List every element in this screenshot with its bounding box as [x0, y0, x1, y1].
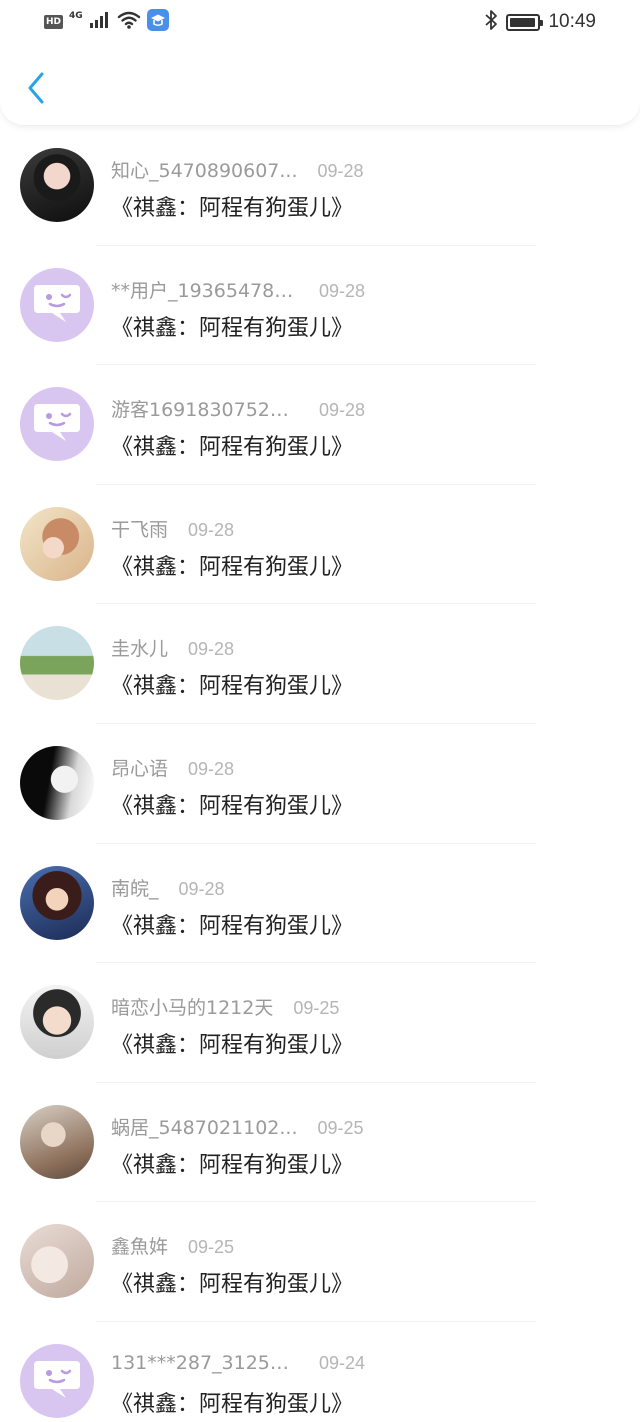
- item-meta: 知心_5470890607... 09-28: [111, 156, 364, 183]
- item-meta: 131***287_31252... 09-24: [111, 1352, 365, 1374]
- page: HD 4G 10:49 知心_5470890607... 09-28 《祺鑫：阿…: [0, 0, 640, 1422]
- avatar-default[interactable]: [20, 267, 94, 342]
- item-meta: 鑫魚姩 09-25: [111, 1232, 234, 1259]
- default-avatar-icon: [32, 281, 82, 329]
- list-item[interactable]: 知心_5470890607... 09-28 《祺鑫：阿程有狗蛋儿》: [0, 126, 640, 246]
- date-label: 09-28: [317, 161, 364, 181]
- message-text: 《祺鑫：阿程有狗蛋儿》: [111, 1391, 354, 1417]
- list-item[interactable]: 131***287_31252... 09-24 《祺鑫：阿程有狗蛋儿》: [0, 1322, 640, 1422]
- hd-badge: HD: [44, 15, 64, 29]
- message-text: 《祺鑫：阿程有狗蛋儿》: [111, 674, 354, 700]
- status-bar: HD 4G 10:49: [0, 0, 640, 44]
- avatar-photo[interactable]: [20, 148, 94, 222]
- avatar-default[interactable]: [20, 387, 94, 462]
- item-meta: 圭水儿 09-28: [111, 634, 234, 661]
- username[interactable]: 暗恋小马的1212天: [111, 993, 273, 1020]
- message-text: 《祺鑫：阿程有狗蛋儿》: [111, 554, 354, 580]
- message-text: 《祺鑫：阿程有狗蛋儿》: [111, 435, 354, 461]
- battery-fill: [510, 17, 536, 27]
- wifi-icon: [117, 11, 141, 33]
- header: HD 4G 10:49: [0, 0, 640, 126]
- app-notification-icon: [146, 9, 169, 35]
- list-item[interactable]: 圭水儿 09-28 《祺鑫：阿程有狗蛋儿》: [0, 604, 640, 724]
- list-item[interactable]: 南皖_ 09-28 《祺鑫：阿程有狗蛋儿》: [0, 844, 640, 964]
- username[interactable]: 圭水儿: [111, 634, 168, 661]
- username[interactable]: 鑫魚姩: [111, 1232, 168, 1259]
- list-item[interactable]: 蜗居_5487021102... 09-25 《祺鑫：阿程有狗蛋儿》: [0, 1083, 640, 1203]
- date-label: 09-28: [188, 519, 235, 540]
- list-item[interactable]: 暗恋小马的1212天 09-25 《祺鑫：阿程有狗蛋儿》: [0, 963, 640, 1083]
- date-label: 09-28: [319, 280, 366, 301]
- avatar-photo[interactable]: [20, 626, 94, 701]
- item-meta: **用户_193654785... 09-28: [111, 276, 365, 303]
- chevron-left-icon: [26, 71, 46, 109]
- message-text: 《祺鑫：阿程有狗蛋儿》: [111, 196, 354, 221]
- username[interactable]: 昂心语: [111, 754, 168, 781]
- back-button[interactable]: [18, 66, 54, 114]
- item-meta: 昂心语 09-28: [111, 754, 234, 781]
- avatar-photo[interactable]: [20, 506, 94, 581]
- status-bar-left: HD 4G: [44, 9, 169, 35]
- username[interactable]: 干飞雨: [111, 515, 168, 542]
- date-label: 09-28: [178, 878, 225, 899]
- item-meta: 南皖_ 09-28: [111, 874, 225, 901]
- username[interactable]: **用户_193654785...: [111, 276, 299, 303]
- status-time: 10:49: [548, 11, 596, 32]
- default-avatar-icon: [32, 400, 82, 448]
- message-text: 《祺鑫：阿程有狗蛋儿》: [111, 1152, 354, 1178]
- item-meta: 游客16918307522... 09-28: [111, 395, 365, 422]
- signal-icon: [89, 11, 111, 33]
- item-meta: 蜗居_5487021102... 09-25: [111, 1113, 364, 1140]
- list-item[interactable]: 干飞雨 09-28 《祺鑫：阿程有狗蛋儿》: [0, 485, 640, 605]
- avatar-photo[interactable]: [20, 985, 94, 1060]
- list-item[interactable]: 鑫魚姩 09-25 《祺鑫：阿程有狗蛋儿》: [0, 1202, 640, 1322]
- date-label: 09-25: [317, 1117, 364, 1138]
- status-bar-right: 10:49: [484, 8, 596, 36]
- date-label: 09-25: [188, 1237, 235, 1258]
- list-item[interactable]: 昂心语 09-28 《祺鑫：阿程有狗蛋儿》: [0, 724, 640, 844]
- date-label: 09-28: [188, 639, 235, 660]
- avatar-photo[interactable]: [20, 865, 94, 940]
- avatar-photo[interactable]: [20, 1104, 94, 1179]
- comment-list: 知心_5470890607... 09-28 《祺鑫：阿程有狗蛋儿》 **用户_…: [0, 126, 640, 1422]
- default-avatar-icon: [32, 1357, 82, 1405]
- avatar-default[interactable]: [20, 1343, 94, 1418]
- date-label: 09-28: [188, 758, 235, 779]
- date-label: 09-25: [293, 998, 340, 1019]
- username[interactable]: 131***287_31252...: [111, 1352, 299, 1374]
- network-type-label: 4G: [69, 11, 83, 21]
- username[interactable]: 蜗居_5487021102...: [111, 1113, 298, 1140]
- battery-icon: [506, 13, 544, 31]
- date-label: 09-28: [319, 400, 366, 421]
- avatar-photo[interactable]: [20, 745, 94, 820]
- item-meta: 干飞雨 09-28: [111, 515, 234, 542]
- avatar-photo[interactable]: [20, 1224, 94, 1299]
- date-label: 09-24: [319, 1352, 366, 1373]
- message-text: 《祺鑫：阿程有狗蛋儿》: [111, 315, 354, 341]
- item-meta: 暗恋小马的1212天 09-25: [111, 993, 339, 1020]
- message-text: 《祺鑫：阿程有狗蛋儿》: [111, 1033, 354, 1059]
- list-item[interactable]: **用户_193654785... 09-28 《祺鑫：阿程有狗蛋儿》: [0, 246, 640, 366]
- message-text: 《祺鑫：阿程有狗蛋儿》: [111, 913, 354, 939]
- username[interactable]: 南皖_: [111, 874, 159, 901]
- username[interactable]: 游客16918307522...: [111, 395, 299, 422]
- username[interactable]: 知心_5470890607...: [111, 156, 298, 183]
- list-item[interactable]: 游客16918307522... 09-28 《祺鑫：阿程有狗蛋儿》: [0, 365, 640, 485]
- message-text: 《祺鑫：阿程有狗蛋儿》: [111, 793, 354, 819]
- message-text: 《祺鑫：阿程有狗蛋儿》: [111, 1272, 354, 1298]
- bluetooth-icon: [484, 9, 498, 35]
